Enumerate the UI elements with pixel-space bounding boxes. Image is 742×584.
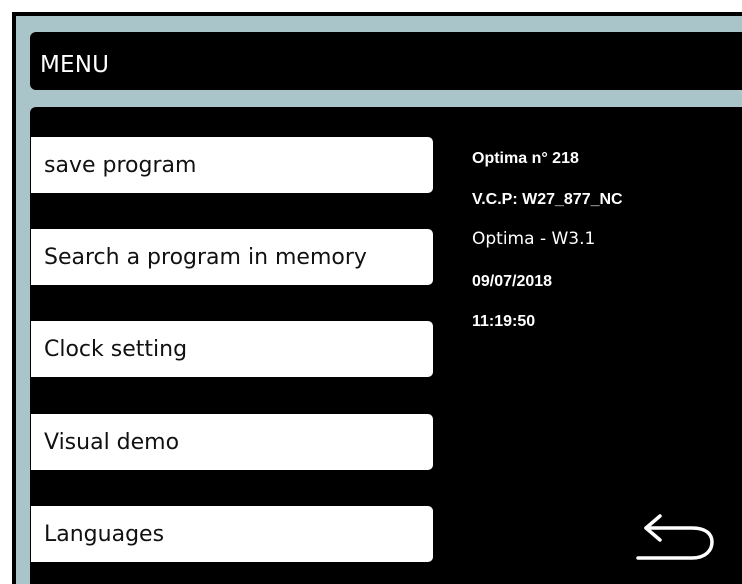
software-version: Optima - W3.1 — [472, 229, 596, 249]
clock-setting-label: Clock setting — [44, 336, 188, 362]
languages-button[interactable]: Languages — [31, 506, 433, 562]
languages-label: Languages — [44, 521, 165, 547]
page-title: MENU — [40, 52, 110, 78]
screen: MENU save program Search a program in me… — [0, 0, 742, 584]
menu-header: MENU — [30, 32, 742, 90]
visual-demo-label: Visual demo — [44, 429, 180, 455]
save-program-button[interactable]: save program — [31, 137, 433, 193]
save-program-label: save program — [44, 152, 197, 178]
current-time: 11:19:50 — [472, 313, 536, 330]
search-program-label: Search a program in memory — [44, 244, 367, 270]
back-button[interactable] — [630, 510, 720, 566]
visual-demo-button[interactable]: Visual demo — [31, 414, 433, 470]
search-program-button[interactable]: Search a program in memory — [31, 229, 433, 285]
vcp-code: V.C.P: W27_877_NC — [472, 191, 623, 208]
back-arrow-icon — [636, 514, 714, 560]
current-date: 09/07/2018 — [472, 273, 553, 290]
machine-model: Optima n° 218 — [472, 150, 579, 167]
clock-setting-button[interactable]: Clock setting — [31, 321, 433, 377]
